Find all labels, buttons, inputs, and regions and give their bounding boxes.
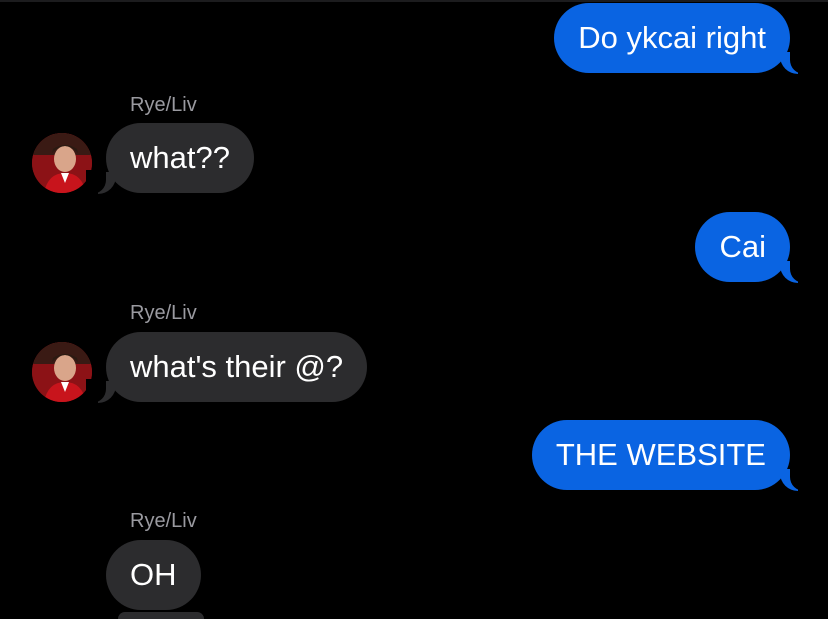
contact-avatar-icon[interactable] [32,342,92,402]
top-divider [0,0,828,2]
message-text: what's their @? [130,349,344,384]
incoming-message-bubble[interactable]: what's their @? [86,332,368,403]
bubble-tail [86,170,116,194]
message-text: Do ykcai right [578,20,766,55]
outgoing-message-bubble[interactable]: THE WEBSITE [531,420,810,491]
incoming-message-bubble[interactable]: what?? [86,123,254,194]
sender-name: Rye/Liv [130,94,197,116]
message-text: THE WEBSITE [555,437,766,472]
sender-name: Rye/Liv [130,302,197,324]
bubble-tail [780,259,810,283]
sender-name: Rye/Liv [130,510,197,532]
message-text: Cai [719,229,766,264]
message-text: OH [130,557,177,592]
bubble-tail [780,50,810,74]
message-text: what?? [130,140,230,175]
contact-avatar-icon[interactable] [32,133,92,193]
outgoing-message-bubble[interactable]: Cai [695,212,810,283]
bubble-tail [780,467,810,491]
incoming-message-bubble[interactable]: OH [106,540,201,610]
outgoing-message-bubble[interactable]: Do ykcai right [554,3,810,74]
next-message-bubble-partial [118,612,204,619]
bubble-tail [86,379,116,403]
